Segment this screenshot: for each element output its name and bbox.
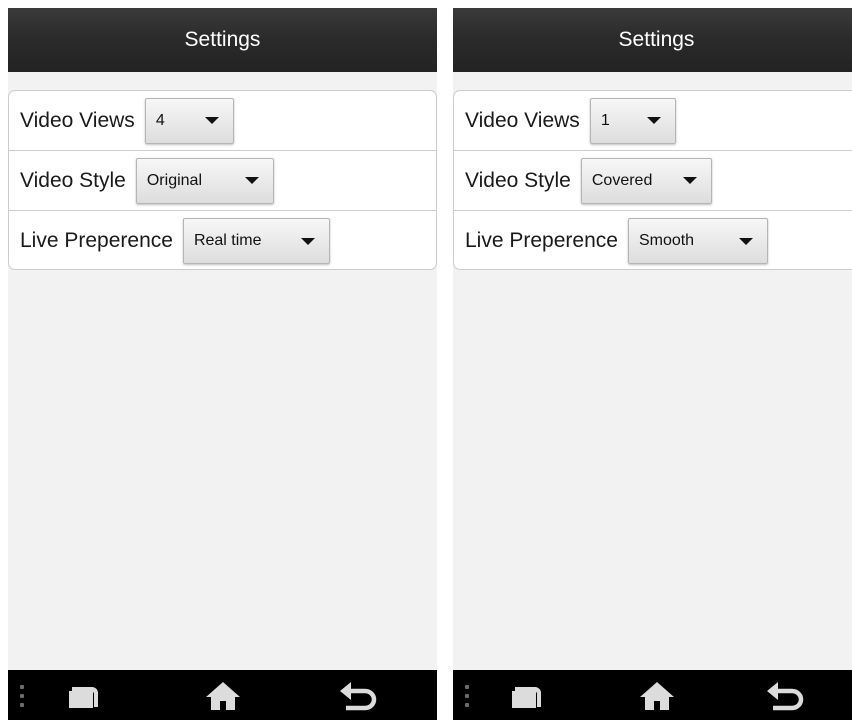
live-preference-row: Live Preperence Real time [9, 211, 436, 271]
title-bar: Settings [453, 8, 852, 72]
video-style-row: Video Style Original [9, 151, 436, 211]
video-style-row: Video Style Covered [454, 151, 852, 211]
live-preference-label: Live Preperence [465, 229, 618, 252]
overflow-menu-icon[interactable] [465, 685, 469, 707]
settings-panel: Video Views 4 Video Style Original Live … [8, 90, 437, 270]
home-icon[interactable] [203, 680, 243, 712]
settings-screen-left: Settings Video Views 4 Video Style Origi… [8, 8, 437, 720]
overflow-menu-icon[interactable] [20, 685, 24, 707]
chevron-down-icon [646, 117, 661, 124]
system-nav-bar [8, 670, 437, 720]
settings-screen-right: Settings Video Views 1 Video Style Cover… [453, 8, 852, 720]
video-views-label: Video Views [20, 108, 135, 132]
home-icon[interactable] [637, 680, 677, 712]
video-style-select[interactable]: Original [135, 157, 274, 204]
live-preference-row: Live Preperence Smooth [454, 211, 852, 271]
video-views-label: Video Views [465, 108, 580, 132]
live-preference-label: Live Preperence [20, 229, 173, 252]
back-icon[interactable] [765, 680, 805, 712]
video-style-value: Covered [591, 171, 653, 189]
live-preference-select[interactable]: Real time [182, 218, 330, 264]
chevron-down-icon [682, 177, 697, 184]
recent-apps-icon[interactable] [66, 680, 106, 712]
video-views-value: 1 [600, 111, 610, 129]
live-preference-value: Real time [193, 232, 262, 249]
chevron-down-icon [244, 177, 259, 184]
chevron-down-icon [738, 237, 753, 245]
page-title: Settings [184, 28, 261, 51]
chevron-down-icon [300, 237, 315, 245]
back-icon[interactable] [338, 680, 378, 712]
video-views-row: Video Views 4 [9, 91, 436, 151]
video-views-row: Video Views 1 [454, 91, 852, 151]
title-bar: Settings [8, 8, 437, 72]
video-style-select[interactable]: Covered [580, 157, 712, 204]
video-views-value: 4 [155, 111, 165, 129]
page-title: Settings [618, 28, 695, 51]
video-views-select[interactable]: 4 [144, 97, 234, 144]
video-style-label: Video Style [465, 168, 571, 192]
video-style-label: Video Style [20, 168, 126, 192]
chevron-down-icon [204, 117, 219, 124]
video-views-select[interactable]: 1 [589, 97, 676, 144]
system-nav-bar [453, 670, 852, 720]
video-style-value: Original [146, 171, 202, 189]
live-preference-value: Smooth [638, 232, 695, 249]
live-preference-select[interactable]: Smooth [627, 218, 768, 264]
recent-apps-icon[interactable] [509, 680, 549, 712]
settings-panel: Video Views 1 Video Style Covered Live P… [453, 90, 852, 270]
